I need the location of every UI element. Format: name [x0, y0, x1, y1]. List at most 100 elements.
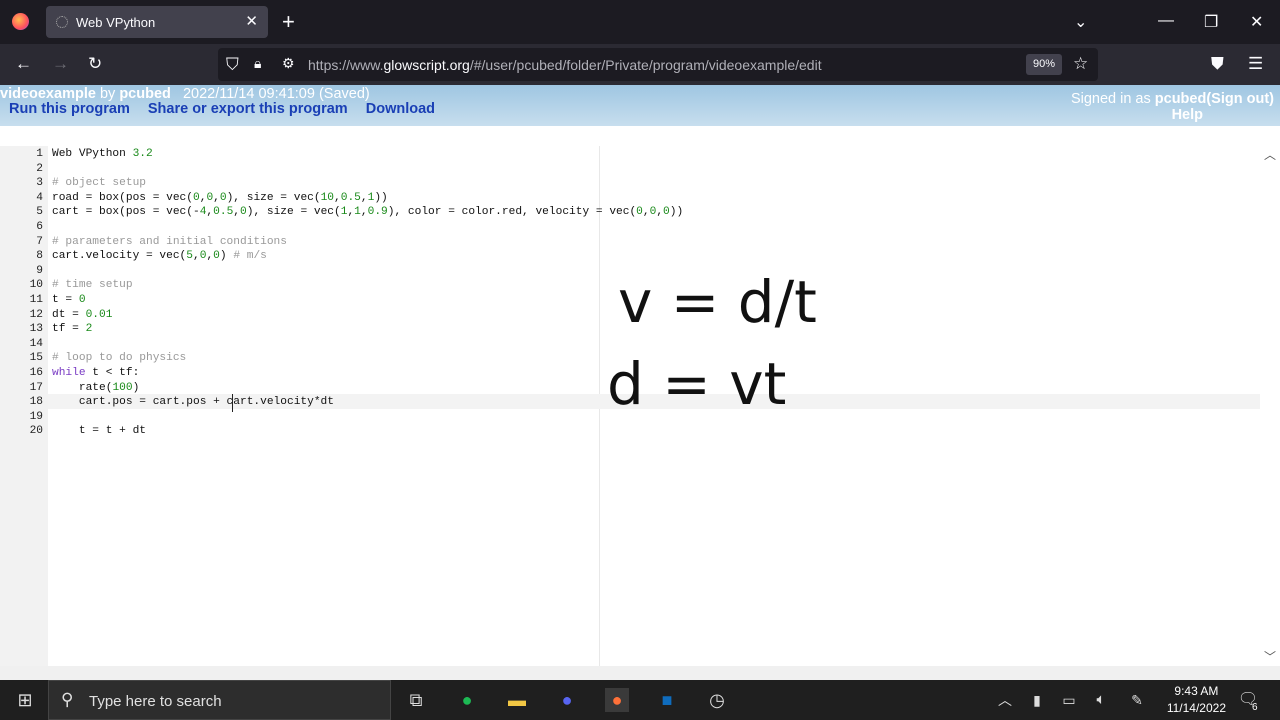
- line-number: 16: [29, 367, 43, 379]
- formula-distance: d = vt: [607, 350, 787, 418]
- line-number: 6: [36, 221, 43, 233]
- taskbar-search-box[interactable]: ⚲ Type here to search: [48, 680, 391, 720]
- code-text[interactable]: # loop to do physics: [52, 352, 186, 364]
- browser-navbar: ← → ↻ ⛉ 🔒︎ ⚙ https://www.glowscript.org/…: [0, 44, 1280, 85]
- scroll-up-icon[interactable]: ︿: [1264, 146, 1276, 163]
- pocket-icon[interactable]: ⛊: [1211, 54, 1224, 74]
- line-number: 12: [29, 308, 43, 321]
- list-tabs-chevron-icon[interactable]: ⌄: [1074, 12, 1087, 32]
- line-number: 18: [29, 396, 43, 409]
- clock-date: 11/14/2022: [1166, 701, 1226, 715]
- signed-in-user: pcubed: [1154, 91, 1207, 107]
- formula-velocity: v = d/t: [618, 268, 817, 336]
- line-number: 3: [36, 177, 43, 190]
- system-clock[interactable]: 9:43 AM 11/14/2022: [1167, 683, 1226, 717]
- notification-count-badge: 6: [1252, 702, 1258, 713]
- code-text[interactable]: tf = 2: [52, 323, 92, 335]
- lock-icon[interactable]: 🔒︎: [254, 55, 261, 72]
- windows-start-icon[interactable]: ⊞: [13, 688, 37, 712]
- line-number: 19: [29, 410, 43, 423]
- outlook-icon[interactable]: ■: [655, 688, 679, 712]
- microphone-icon[interactable]: ▮: [1025, 688, 1049, 712]
- minimize-icon[interactable]: —: [1158, 12, 1174, 30]
- show-hidden-icons-chevron-icon[interactable]: ︿: [993, 688, 1017, 712]
- bookmark-star-icon[interactable]: ☆: [1073, 54, 1088, 74]
- code-text[interactable]: # time setup: [52, 279, 133, 291]
- url-bar[interactable]: ⛉ 🔒︎ ⚙ https://www.glowscript.org/#/user…: [218, 48, 1098, 81]
- line-number: 8: [36, 250, 43, 263]
- restore-icon[interactable]: ❐: [1204, 12, 1218, 32]
- code-text[interactable]: t = t + dt: [52, 425, 146, 437]
- line-number: 20: [29, 425, 43, 438]
- firefox-logo-icon[interactable]: [12, 13, 29, 30]
- code-line[interactable]: 3 # object setup: [0, 177, 1260, 192]
- program-owner: pcubed: [119, 86, 171, 102]
- code-text[interactable]: cart.velocity = vec(5,0,0) # m/s: [52, 250, 267, 262]
- code-text[interactable]: dt = 0.01: [52, 309, 112, 321]
- line-number: 11: [29, 294, 43, 306]
- run-program-link[interactable]: Run this program: [9, 101, 130, 117]
- code-line[interactable]: 2: [0, 163, 1260, 178]
- code-text[interactable]: rate(100): [52, 382, 139, 394]
- editor-bottom-bar: [0, 666, 1280, 680]
- code-line[interactable]: 5 cart = box(pos = vec(-4,0.5,0), size = …: [0, 206, 1260, 221]
- code-line[interactable]: 4 road = box(pos = vec(0,0,0), size = vec…: [0, 192, 1260, 207]
- task-view-icon[interactable]: ⧉: [404, 688, 428, 712]
- menu-hamburger-icon[interactable]: ☰: [1248, 54, 1263, 74]
- firefox-taskbar-icon[interactable]: ●: [605, 688, 629, 712]
- close-tab-icon[interactable]: ✕: [245, 12, 258, 30]
- forward-arrow-icon[interactable]: →: [52, 54, 69, 74]
- code-line[interactable]: 6: [0, 221, 1260, 236]
- code-text[interactable]: # parameters and initial conditions: [52, 236, 287, 248]
- new-tab-icon[interactable]: +: [282, 9, 295, 35]
- code-text[interactable]: road = box(pos = vec(0,0,0), size = vec(…: [52, 192, 388, 204]
- discord-icon[interactable]: ●: [555, 688, 579, 712]
- code-line[interactable]: 1 Web VPython 3.2: [0, 148, 1260, 163]
- zoom-level-badge[interactable]: 90%: [1026, 54, 1062, 75]
- text-cursor-icon: [232, 394, 233, 412]
- code-line[interactable]: 8 cart.velocity = vec(5,0,0) # m/s: [0, 250, 1260, 265]
- code-line[interactable]: 20 t = t + dt: [0, 425, 1260, 440]
- pen-icon[interactable]: ✎: [1125, 688, 1149, 712]
- search-placeholder: Type here to search: [89, 693, 222, 710]
- code-text[interactable]: cart.pos = cart.pos + cart.velocity*dt: [52, 396, 334, 408]
- code-line[interactable]: 7 # parameters and initial conditions: [0, 236, 1260, 251]
- tracking-shield-icon[interactable]: ⛉: [226, 55, 239, 75]
- permissions-icon[interactable]: ⚙: [282, 55, 295, 72]
- code-text[interactable]: # object setup: [52, 177, 146, 189]
- signed-in-status: Signed in as pcubed(Sign out): [1070, 91, 1274, 107]
- code-text[interactable]: t = 0: [52, 294, 86, 306]
- glowscript-header: videoexample by pcubed 2022/11/14 09:41:…: [0, 85, 1280, 126]
- line-number: 7: [36, 235, 43, 248]
- download-link[interactable]: Download: [366, 101, 435, 117]
- close-window-icon[interactable]: ✕: [1250, 12, 1263, 32]
- tab-label: Web VPython: [76, 15, 156, 30]
- code-text[interactable]: Web VPython 3.2: [52, 148, 153, 160]
- program-links: Run this program Share or export this pr…: [9, 101, 449, 117]
- scroll-down-icon[interactable]: ﹀: [1264, 648, 1276, 665]
- saved-status: 2022/11/14 09:41:09 (Saved): [182, 86, 370, 102]
- help-link[interactable]: Help: [1172, 107, 1203, 123]
- sign-out-link[interactable]: (Sign out): [1206, 91, 1274, 107]
- reload-icon[interactable]: ↻: [88, 54, 102, 74]
- line-number: 17: [29, 381, 43, 394]
- recorder-icon[interactable]: ◷: [705, 688, 729, 712]
- file-explorer-icon[interactable]: ▬: [505, 688, 529, 712]
- browser-titlebar: Web VPython ✕ + ⌄ — ❐ ✕: [0, 0, 1280, 44]
- url-text[interactable]: https://www.glowscript.org/#/user/pcubed…: [308, 57, 822, 73]
- battery-icon[interactable]: ▭: [1057, 688, 1081, 712]
- vertical-scrollbar[interactable]: ︿ ﹀: [1260, 146, 1280, 666]
- line-number: 14: [29, 337, 43, 350]
- code-text[interactable]: while t < tf:: [52, 367, 139, 379]
- volume-icon[interactable]: 🔈︎: [1089, 688, 1113, 712]
- search-icon: ⚲: [61, 690, 74, 709]
- tab-web-vpython[interactable]: Web VPython ✕: [46, 6, 268, 38]
- line-number: 5: [36, 206, 43, 219]
- code-text[interactable]: cart = box(pos = vec(-4,0.5,0), size = v…: [52, 206, 683, 218]
- loading-favicon-icon: [56, 16, 68, 28]
- line-number: 9: [36, 264, 43, 277]
- back-arrow-icon[interactable]: ←: [15, 54, 32, 74]
- share-program-link[interactable]: Share or export this program: [148, 101, 348, 117]
- line-number: 4: [36, 191, 43, 204]
- spotify-icon[interactable]: ●: [455, 688, 479, 712]
